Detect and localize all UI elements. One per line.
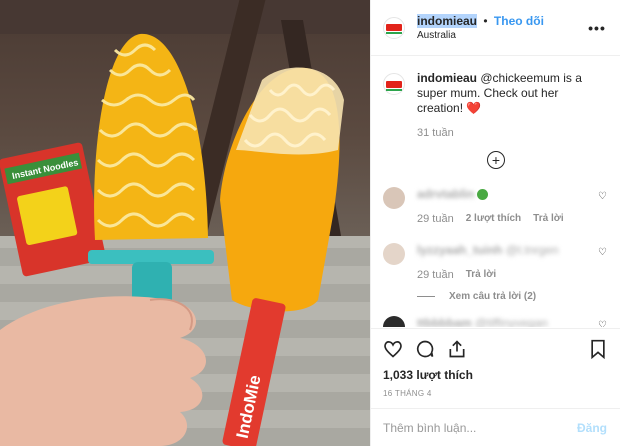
comment-time[interactable]: 29 tuần [417,269,454,281]
post-actions: 1,033 lượt thích 16 THÁNG 4 [371,328,620,398]
comment-bubble-icon[interactable] [415,339,435,359]
popsicle-illustration: Instant Noodles IndoMie [0,33,344,446]
avatar[interactable] [383,243,405,265]
share-icon[interactable] [447,339,467,359]
avatar[interactable] [383,316,405,327]
comment-item: ttbbbbam @tiffinyvegan ♡ [371,316,620,327]
comment-time[interactable]: 29 tuần [417,213,454,225]
likes-count[interactable]: 1,033 lượt thích [383,368,607,382]
avatar[interactable] [383,73,405,95]
comment-likes[interactable]: 2 lượt thích [466,213,521,225]
more-options-icon[interactable]: ••• [588,20,606,36]
hand [0,296,207,446]
heart-emoji: ❤️ [466,101,482,115]
replies-line [417,296,435,297]
account-handle[interactable]: indomieau [417,14,478,28]
like-comment-icon[interactable]: ♡ [598,191,607,202]
reply-button[interactable]: Trả lời [533,213,563,225]
avatar[interactable] [383,16,405,39]
comment-username[interactable]: lyzzyaah_tuinh [417,243,502,257]
avatar[interactable] [383,187,405,209]
view-replies-button[interactable]: Xem câu trả lời (2) [417,291,620,302]
follow-button[interactable]: Theo dõi [494,14,544,28]
comment-username[interactable]: adrvtablin [417,187,474,201]
post-side-panel: indomieau • Theo dõi Australia ••• indom… [370,0,620,446]
add-comment-input[interactable] [383,420,577,435]
post-date[interactable]: 16 THÁNG 4 [383,389,607,398]
comment-text: @tiffinyvegan [475,316,548,327]
indomie-logo-icon [386,80,402,91]
comment-text: @t.tnrgen [505,243,559,257]
comments-list[interactable]: indomieau @chickeemum is a super mum. Ch… [371,57,620,327]
post-image[interactable]: Instant Noodles IndoMie [0,0,370,446]
indomie-logo-icon [386,24,402,34]
post-comment-button[interactable]: Đăng [577,421,607,435]
view-replies-label: Xem câu trả lời (2) [449,291,537,302]
comment-item: lyzzyaah_tuinh @t.tnrgen 29 tuần Trả lời… [371,243,620,281]
add-comment-bar: Đăng [371,408,620,446]
like-heart-icon[interactable] [383,339,403,359]
caption-timestamp[interactable]: 31 tuần [417,126,607,141]
like-comment-icon[interactable]: ♡ [598,247,607,258]
stick-right: IndoMie [222,298,286,446]
comment-username[interactable]: ttbbbbam [417,316,472,327]
account-info: indomieau • Theo dõi Australia [417,14,588,41]
post-header: indomieau • Theo dõi Australia ••• [371,0,620,56]
caption: indomieau @chickeemum is a super mum. Ch… [371,57,620,141]
comment-item: adrvtablin 29 tuần 2 lượt thích Trả lời … [371,187,620,225]
stick-holder-left [88,250,214,264]
lime-emoji-icon [477,189,489,201]
load-more-comments-icon[interactable]: + [487,151,505,169]
bookmark-icon[interactable] [589,339,607,359]
separator-dot: • [483,14,488,28]
reply-button[interactable]: Trả lời [466,269,496,281]
like-comment-icon[interactable]: ♡ [598,320,607,327]
caption-handle[interactable]: indomieau [417,71,477,85]
location-link[interactable]: Australia [417,30,588,41]
